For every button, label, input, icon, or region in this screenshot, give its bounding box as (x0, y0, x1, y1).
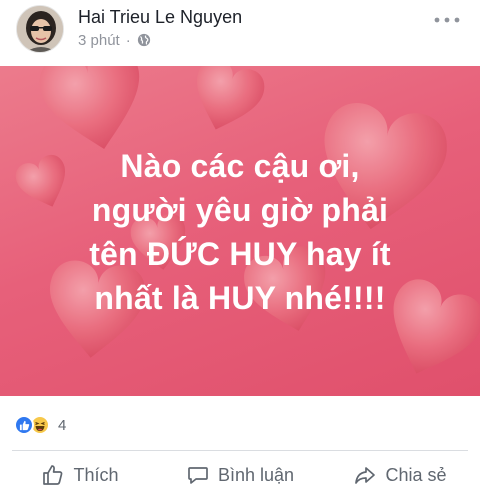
action-bar: Thích Bình luận Chia sẻ (0, 452, 480, 498)
image-text-line: nhất là HUY nhé!!!! (94, 280, 386, 316)
globe-icon[interactable] (137, 33, 151, 47)
like-label: Thích (73, 464, 119, 485)
share-icon (355, 467, 376, 484)
comment-icon (188, 467, 208, 484)
more-dots-icon[interactable] (432, 15, 462, 25)
post-header: Hai Trieu Le Nguyen 3 phút · (0, 0, 480, 66)
comment-label: Bình luận (217, 464, 295, 485)
image-text-line: Nào các cậu ơi, (120, 148, 360, 184)
author-avatar[interactable] (16, 5, 64, 53)
reaction-count: 4 (58, 416, 67, 434)
image-text-line: người yêu giờ phải (91, 192, 389, 228)
like-button[interactable]: Thích (0, 452, 160, 498)
post-time[interactable]: 3 phút (78, 32, 120, 49)
divider (12, 450, 468, 451)
post-image[interactable]: Nào các cậu ơi, người yêu giờ phải tên Đ… (0, 66, 480, 396)
thumbs-up-icon (43, 465, 63, 485)
like-icon (14, 415, 34, 435)
share-label: Chia sẻ (385, 464, 447, 485)
post-meta: 3 phút · (78, 31, 151, 49)
post-image-text: Nào các cậu ơi, người yêu giờ phải tên Đ… (0, 144, 480, 320)
image-text-line: tên ĐỨC HUY hay ít (89, 236, 391, 272)
author-name[interactable]: Hai Trieu Le Nguyen (78, 7, 242, 28)
share-button[interactable]: Chia sẻ (320, 452, 480, 498)
meta-separator: · (125, 31, 131, 49)
reactions-summary[interactable]: 4 (14, 414, 66, 436)
comment-button[interactable]: Bình luận (160, 452, 320, 498)
